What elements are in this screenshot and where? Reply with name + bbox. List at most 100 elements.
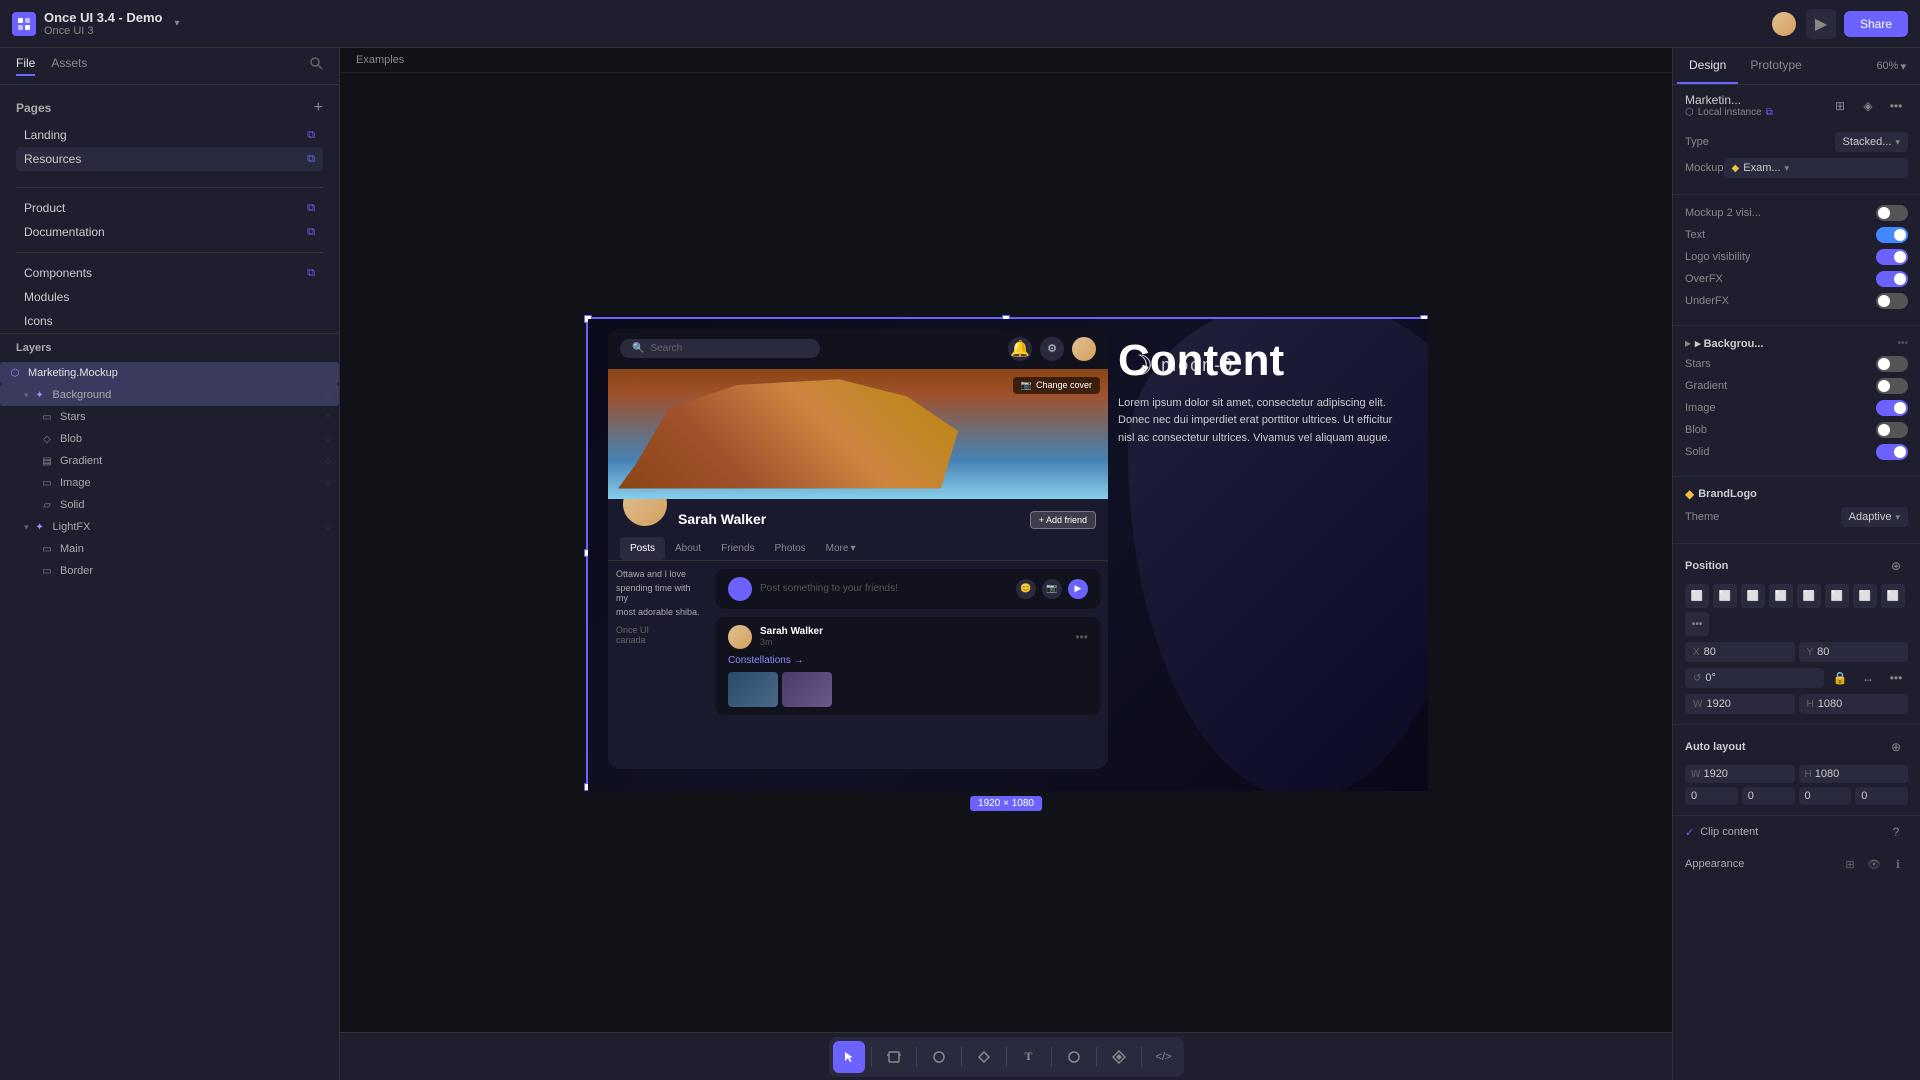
image-icon[interactable]: 📷	[1042, 579, 1062, 599]
feed-link[interactable]: Constellations →	[728, 655, 1088, 666]
design-frame[interactable]: ☽ moon-0 🔍 Search	[586, 317, 1426, 789]
image-toggle[interactable]	[1876, 400, 1908, 416]
profile-avatar-icon[interactable]	[1072, 337, 1096, 361]
flip-icon[interactable]: ↔	[1856, 666, 1880, 690]
play-button[interactable]: ▶	[1806, 9, 1836, 39]
layer-lightfx-collapse[interactable]: ▾	[24, 522, 29, 533]
al-w-field[interactable]: W 1920	[1685, 765, 1795, 783]
add-page-button[interactable]: +	[314, 99, 323, 117]
project-chevron[interactable]: ▾	[174, 18, 179, 29]
rotation-field[interactable]: ↺ 0°	[1685, 668, 1824, 688]
autolayout-settings-icon[interactable]: ⊕	[1884, 735, 1908, 759]
layer-image[interactable]: ▭ Image ◌	[0, 472, 339, 494]
search-bar[interactable]: 🔍 Search	[620, 339, 820, 358]
more-icon[interactable]: •••	[1884, 94, 1908, 118]
appearance-info-icon[interactable]: ℹ	[1888, 854, 1908, 874]
layer-blob[interactable]: ◇ Blob ◌	[0, 428, 339, 450]
tool-ellipse[interactable]	[1058, 1041, 1090, 1073]
layer-image-toggle[interactable]: ◌	[325, 478, 331, 489]
x-field[interactable]: X 80	[1685, 642, 1795, 662]
layer-main[interactable]: ▭ Main	[0, 538, 339, 560]
emoji-icon[interactable]: 😊	[1016, 579, 1036, 599]
feed-more-btn[interactable]: •••	[1075, 630, 1088, 644]
post-placeholder[interactable]: Post something to your friends!	[760, 583, 1008, 594]
clip-help-icon[interactable]: ?	[1884, 820, 1908, 844]
bg-more-icon[interactable]: •••	[1897, 338, 1908, 349]
notif-icon[interactable]: 🔔	[1008, 337, 1032, 361]
grid-view-icon[interactable]: ⊞	[1828, 94, 1852, 118]
search-icon[interactable]	[309, 56, 323, 76]
align-center-h-icon[interactable]: ⬜	[1713, 584, 1737, 608]
tab-photos[interactable]: Photos	[765, 537, 816, 560]
tool-frame[interactable]	[878, 1041, 910, 1073]
tab-assets[interactable]: Assets	[51, 56, 87, 76]
layer-lightfx[interactable]: ▾ ✦ LightFX ◌	[0, 516, 339, 538]
share-button[interactable]: Share	[1844, 11, 1908, 37]
video-icon[interactable]: ▶	[1068, 579, 1088, 599]
style-icon[interactable]: ◈	[1856, 94, 1880, 118]
tab-design[interactable]: Design	[1677, 48, 1738, 84]
spacing-field-4[interactable]: 0	[1855, 787, 1908, 805]
lock-icon[interactable]: 🔒	[1828, 666, 1852, 690]
tool-text[interactable]: T	[1013, 1041, 1045, 1073]
stars-toggle[interactable]	[1876, 356, 1908, 372]
gradient-toggle[interactable]	[1876, 378, 1908, 394]
layer-gradient[interactable]: ▤ Gradient ◌	[0, 450, 339, 472]
canvas-content[interactable]: ☽ moon-0 🔍 Search	[340, 73, 1672, 1032]
tab-posts[interactable]: Posts	[620, 537, 665, 560]
underfx-toggle[interactable]	[1876, 293, 1908, 309]
layer-border[interactable]: ▭ Border	[0, 560, 339, 582]
bg-expand-icon[interactable]: ▸	[1685, 336, 1691, 350]
align-top-icon[interactable]: ⬜	[1797, 584, 1821, 608]
align-left-icon[interactable]: ⬜	[1685, 584, 1709, 608]
distribute-v-icon[interactable]: ⬜	[1881, 584, 1905, 608]
layer-lightfx-toggle[interactable]: ◌	[325, 522, 331, 533]
distribute-h-icon[interactable]: ⬜	[1769, 584, 1793, 608]
layer-collapse-icon[interactable]: ▾	[24, 390, 29, 401]
al-h-field[interactable]: H 1080	[1799, 765, 1909, 783]
theme-dropdown[interactable]: Adaptive ▾	[1841, 507, 1908, 527]
overfx-toggle[interactable]	[1876, 271, 1908, 287]
layer-stars[interactable]: ▭ Stars ◌	[0, 406, 339, 428]
change-cover-btn[interactable]: 📷 Change cover	[1013, 377, 1100, 394]
layer-marketing-mockup[interactable]: ⬡ Marketing.Mockup	[0, 362, 339, 384]
page-landing[interactable]: Landing ⧉	[16, 123, 323, 147]
tool-circle[interactable]	[923, 1041, 955, 1073]
layer-gradient-toggle[interactable]: ◌	[325, 456, 331, 467]
more-pos-icon[interactable]: •••	[1884, 666, 1908, 690]
appearance-grid-icon[interactable]: ⊞	[1840, 854, 1860, 874]
layer-blob-toggle[interactable]: ◌	[325, 434, 331, 445]
w-field[interactable]: W 1920	[1685, 694, 1795, 714]
spacing-field-3[interactable]: 0	[1799, 787, 1852, 805]
tab-prototype[interactable]: Prototype	[1738, 48, 1813, 84]
nav-product[interactable]: Product ⧉	[0, 196, 339, 220]
nav-modules[interactable]: Modules	[0, 285, 339, 309]
align-bottom-icon[interactable]: ⬜	[1853, 584, 1877, 608]
tab-friends[interactable]: Friends	[711, 537, 764, 560]
spacing-field-2[interactable]: 0	[1742, 787, 1795, 805]
h-field[interactable]: H 1080	[1799, 694, 1909, 714]
tab-more[interactable]: More ▾	[816, 537, 866, 560]
layer-stars-toggle[interactable]: ◌	[325, 412, 331, 423]
tool-component[interactable]	[1103, 1041, 1135, 1073]
add-friend-button[interactable]: + Add friend	[1030, 511, 1096, 529]
nav-icons[interactable]: Icons	[0, 309, 339, 333]
tool-select[interactable]	[833, 1041, 865, 1073]
page-resources[interactable]: Resources ⧉	[16, 147, 323, 171]
layer-solid[interactable]: ▱ Solid	[0, 494, 339, 516]
more-align-icon[interactable]: •••	[1685, 612, 1709, 636]
align-right-icon[interactable]: ⬜	[1741, 584, 1765, 608]
nav-components[interactable]: Components ⧉	[0, 261, 339, 285]
mockup2-toggle[interactable]	[1876, 205, 1908, 221]
text-toggle[interactable]	[1876, 227, 1908, 243]
mockup-dropdown[interactable]: ◆ Exam... ▾	[1724, 158, 1908, 178]
clip-check-icon[interactable]: ✓	[1685, 826, 1694, 839]
y-field[interactable]: Y 80	[1799, 642, 1909, 662]
solid-toggle[interactable]	[1876, 444, 1908, 460]
tool-code[interactable]: </>	[1148, 1041, 1180, 1073]
layer-bg-toggle[interactable]: ◌	[325, 390, 331, 401]
nav-documentation[interactable]: Documentation ⧉	[0, 220, 339, 244]
tool-pen[interactable]	[968, 1041, 1000, 1073]
appearance-eye-icon[interactable]: 👁	[1864, 854, 1884, 874]
type-dropdown[interactable]: Stacked... ▾	[1835, 132, 1908, 152]
